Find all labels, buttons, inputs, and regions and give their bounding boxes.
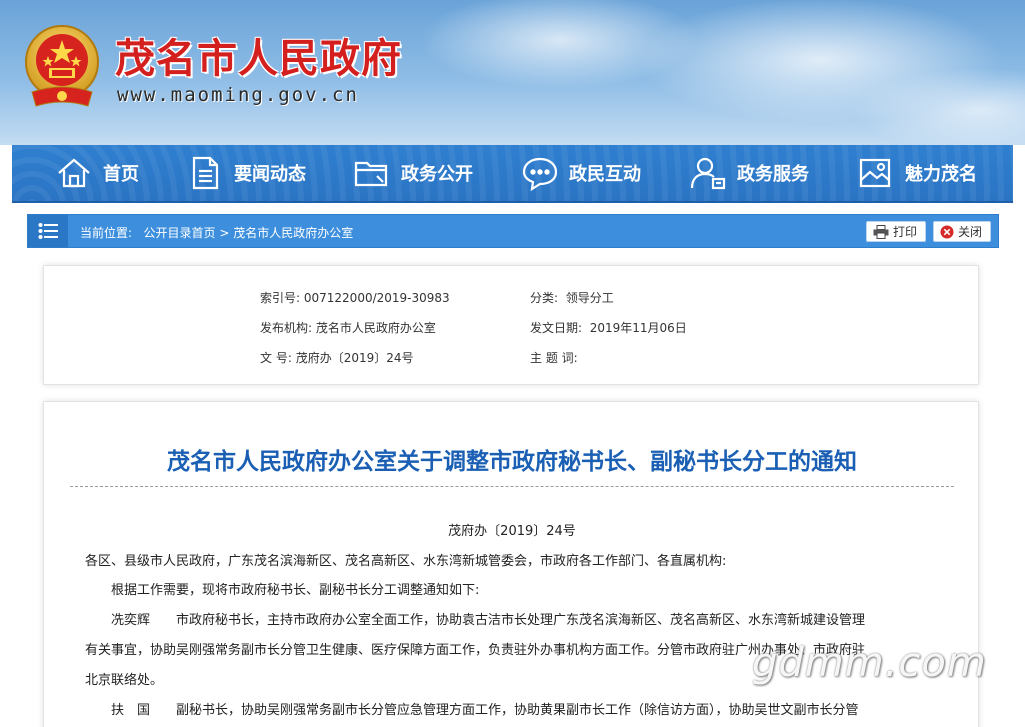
- article-line: 各区、县级市人民政府，广东茂名滨海新区、茂名高新区、水东湾新城管委会，市政府各工…: [85, 554, 727, 569]
- nav-label-gov-open: 政务公开: [401, 164, 473, 185]
- meta-date: 发文日期: 2019年11月06日: [530, 319, 687, 336]
- picture-icon: [859, 158, 891, 188]
- breadcrumb-current-link[interactable]: 茂名市人民政府办公室: [233, 226, 353, 240]
- nav-item-gov-open[interactable]: 政务公开: [353, 144, 473, 202]
- breadcrumb-bar: 当前位置: 公开目录首页 > 茂名市人民政府办公室 打印 关闭: [27, 214, 999, 248]
- close-button[interactable]: 关闭: [933, 221, 992, 242]
- list-icon: [38, 223, 58, 239]
- title-divider: [70, 486, 954, 487]
- meta-index: 索引号: 007122000/2019-30983: [260, 289, 450, 306]
- meta-keywords-label: 主 题 词:: [530, 351, 578, 365]
- breadcrumb-separator: >: [215, 226, 234, 240]
- folder-icon: [354, 161, 388, 187]
- user-service-icon: [690, 157, 726, 190]
- main-nav: 首页 要闻动态 政务公开 政民互动 政务服务 魅力茂名: [12, 145, 1013, 203]
- meta-category-value: 领导分工: [565, 291, 614, 305]
- nav-label-interaction: 政民互动: [569, 164, 641, 185]
- list-icon-box: [28, 215, 68, 247]
- print-label: 打印: [893, 225, 918, 239]
- nav-label-services: 政务服务: [737, 164, 809, 185]
- meta-date-value: 2019年11月06日: [589, 321, 687, 335]
- meta-publisher: 发布机构: 茂名市人民政府办公室: [260, 319, 436, 336]
- nav-item-services[interactable]: 政务服务: [689, 144, 809, 202]
- watermark: gdmm.com: [752, 640, 987, 686]
- meta-category: 分类: 领导分工: [530, 289, 614, 306]
- breadcrumb-prefix: 当前位置:: [80, 226, 133, 240]
- nav-item-home[interactable]: 首页: [55, 144, 139, 202]
- article-line: 根据工作需要，现将市政府秘书长、副秘书长分工调整通知如下:: [111, 583, 480, 598]
- nav-label-charm: 魅力茂名: [905, 164, 977, 185]
- home-icon: [58, 158, 90, 188]
- article-title: 茂名市人民政府办公室关于调整市政府秘书长、副秘书长分工的通知: [167, 449, 857, 475]
- article-line: 北京联络处。: [85, 673, 164, 688]
- national-emblem-icon: [25, 25, 99, 107]
- breadcrumb-home-link[interactable]: 公开目录首页: [144, 226, 216, 240]
- article-line: 有关事宜，协助吴刚强常务副市长分管卫生健康、医疗保障方面工作，负责驻外办事机构方…: [85, 643, 866, 658]
- site-url: www.maoming.gov.cn: [117, 84, 359, 106]
- document-icon: [192, 156, 219, 190]
- nav-label-home: 首页: [103, 164, 139, 185]
- meta-publisher-value: 茂名市人民政府办公室: [315, 321, 436, 335]
- meta-docno-label: 文 号:: [260, 351, 292, 365]
- meta-index-value: 007122000/2019-30983: [303, 291, 450, 305]
- close-label: 关闭: [958, 225, 983, 239]
- nav-label-news: 要闻动态: [234, 164, 306, 185]
- header-banner: 茂名市人民政府 www.maoming.gov.cn: [0, 0, 1025, 145]
- printer-icon: [873, 224, 889, 239]
- print-button[interactable]: 打印: [866, 221, 927, 242]
- article-line: 扶 国 副秘书长，协助吴刚强常务副市长分管应急管理方面工作，协助黄果副市长工作（…: [111, 703, 859, 718]
- document-meta-panel: 索引号: 007122000/2019-30983 分类: 领导分工 发布机构:…: [43, 265, 979, 385]
- meta-docno-value: 茂府办〔2019〕24号: [295, 351, 414, 365]
- nav-item-charm[interactable]: 魅力茂名: [857, 144, 977, 202]
- meta-category-label: 分类:: [530, 291, 559, 305]
- article-doc-number: 茂府办〔2019〕24号: [448, 524, 576, 539]
- article-line: 冼奕辉 市政府秘书长，主持市政府办公室全面工作，协助袁古洁市长处理广东茂名滨海新…: [111, 613, 866, 628]
- nav-item-news[interactable]: 要闻动态: [186, 144, 306, 202]
- meta-keywords: 主 题 词:: [530, 349, 578, 366]
- meta-index-label: 索引号:: [260, 291, 301, 305]
- meta-publisher-label: 发布机构:: [260, 321, 313, 335]
- chat-icon: [522, 157, 558, 192]
- nav-item-interaction[interactable]: 政民互动: [521, 144, 641, 202]
- breadcrumb: 当前位置: 公开目录首页 > 茂名市人民政府办公室: [80, 224, 353, 241]
- close-icon: [940, 225, 954, 238]
- meta-date-label: 发文日期:: [530, 321, 583, 335]
- meta-docno: 文 号: 茂府办〔2019〕24号: [260, 349, 414, 366]
- site-title: 茂名市人民政府: [115, 36, 402, 82]
